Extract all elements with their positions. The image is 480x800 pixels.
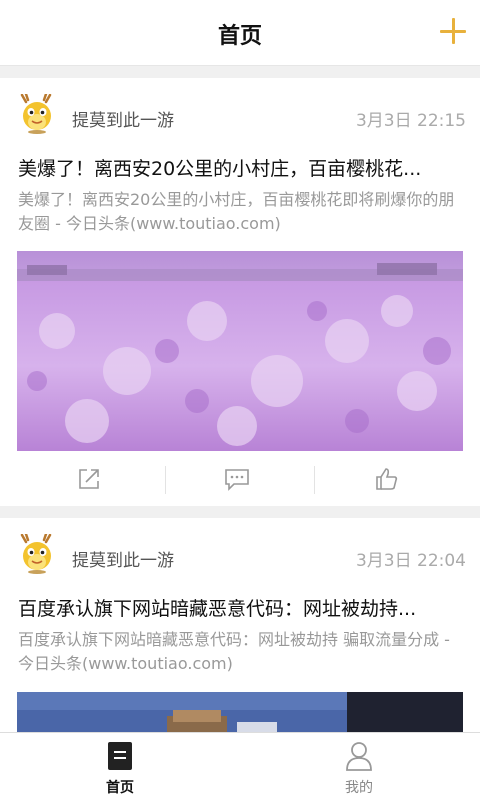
author-name[interactable]: 提莫到此一游 <box>72 546 174 571</box>
tab-home[interactable]: 首页 <box>80 741 160 797</box>
like-icon[interactable] <box>374 466 400 492</box>
post-time: 3月3日 22:04 <box>355 551 466 571</box>
author-name[interactable]: 提莫到此一游 <box>72 106 174 131</box>
share-icon[interactable] <box>76 466 102 492</box>
author-avatar[interactable] <box>18 534 56 574</box>
article-summary[interactable]: 美爆了！离西安20公里的小村庄，百亩樱桃花即将刷爆你的朋友圈 - 今日头条(ww… <box>18 188 468 236</box>
top-navigation-bar: 首页 <box>0 0 480 66</box>
bottom-tab-bar: 首页 我的 <box>0 732 480 800</box>
action-divider <box>165 466 166 494</box>
action-divider <box>314 466 315 494</box>
feed-card[interactable]: 提莫到此一游 3月3日 22:04 百度承认旗下网站暗藏恶意代码：网址被劫持..… <box>0 518 480 758</box>
article-summary[interactable]: 百度承认旗下网站暗藏恶意代码：网址被劫持 骗取流量分成 - 今日头条(www.t… <box>18 628 468 676</box>
feed-card[interactable]: 提莫到此一游 3月3日 22:15 美爆了！离西安20公里的小村庄，百亩樱桃花.… <box>0 78 480 506</box>
page-title: 首页 <box>217 24 262 49</box>
tab-mine[interactable]: 我的 <box>319 741 399 797</box>
article-title[interactable]: 百度承认旗下网站暗藏恶意代码：网址被劫持... <box>18 594 466 621</box>
article-image[interactable] <box>17 251 463 451</box>
plus-icon[interactable] <box>440 18 466 44</box>
article-actions <box>0 462 480 498</box>
comment-icon[interactable] <box>224 466 250 492</box>
tab-home-label: 首页 <box>106 780 134 796</box>
home-tab-icon <box>108 742 132 770</box>
tab-mine-label: 我的 <box>345 780 373 796</box>
news-feed: 提莫到此一游 3月3日 22:15 美爆了！离西安20公里的小村庄，百亩樱桃花.… <box>0 78 480 770</box>
post-time: 3月3日 22:15 <box>355 111 466 131</box>
author-avatar[interactable] <box>18 94 56 134</box>
article-title[interactable]: 美爆了！离西安20公里的小村庄，百亩樱桃花... <box>18 154 466 181</box>
user-icon <box>346 742 372 771</box>
cherry-blossom-field-photo <box>17 251 463 451</box>
